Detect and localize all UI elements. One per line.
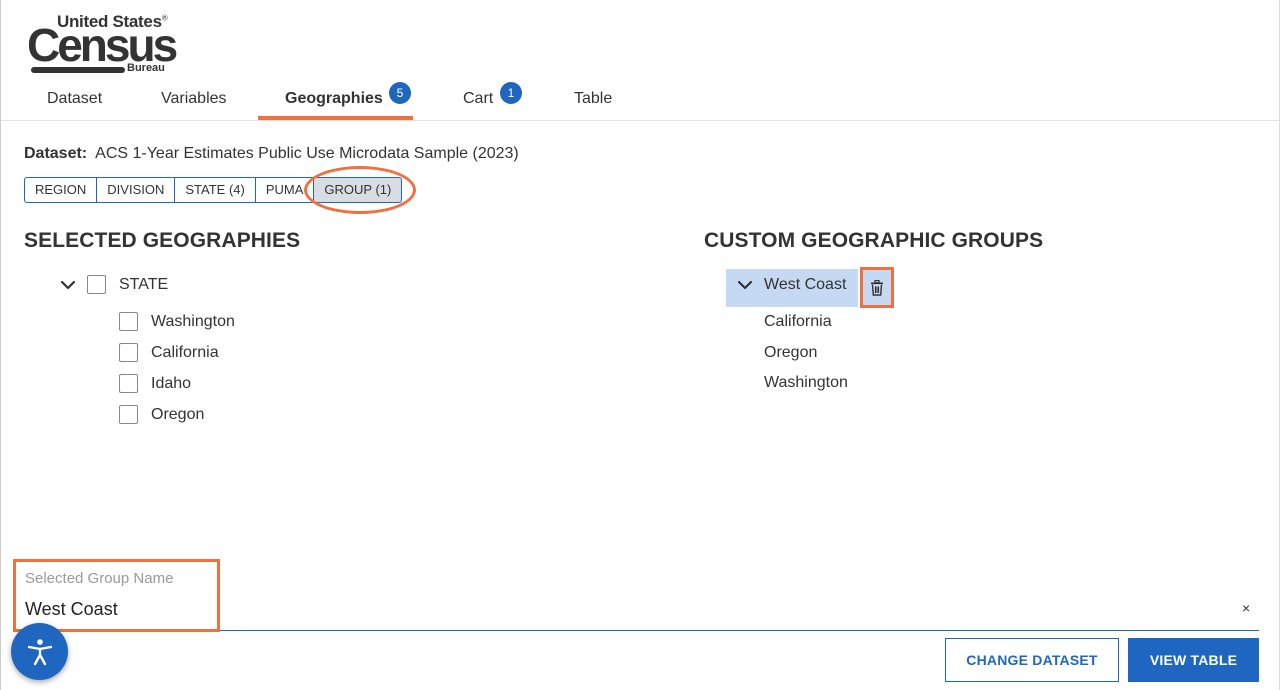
state-parent-label: STATE [119,276,169,293]
tab-table[interactable]: Table [574,90,612,108]
list-item: Idaho [151,375,192,392]
california-checkbox[interactable] [119,343,138,362]
change-dataset-button[interactable]: CHANGE DATASET [945,638,1119,682]
census-logo[interactable]: United States® Census Bureau [27,12,187,76]
dataset-value: ACS 1-Year Estimates Public Use Microdat… [95,145,519,162]
list-item: Oregon [151,406,205,423]
chip-state[interactable]: STATE (4) [175,177,256,203]
chip-region[interactable]: REGION [24,177,98,203]
chip-division[interactable]: DIVISION [97,177,176,203]
delete-group-button[interactable] [860,267,894,308]
state-checkbox[interactable] [87,275,106,294]
custom-groups-heading: CUSTOM GEOGRAPHIC GROUPS [704,229,1044,252]
active-tab-indicator [258,116,413,120]
trash-icon [871,279,883,296]
tab-cart[interactable]: Cart [463,90,493,108]
chevron-down-icon[interactable] [60,277,76,293]
tab-geographies[interactable]: Geographies [285,90,383,108]
logo-underline [31,67,125,73]
view-table-button[interactable]: VIEW TABLE [1128,638,1259,682]
group-name-field-label: Selected Group Name [25,570,174,587]
group-name-label: West Coast [764,276,847,293]
group-chip-highlight [304,166,416,214]
tab-variables[interactable]: Variables [161,90,227,108]
group-member: California [764,313,832,330]
chevron-down-icon[interactable] [737,277,753,293]
main-tabs: Dataset Variables Geographies 5 Cart 1 T… [1,80,1280,121]
accessibility-button[interactable] [11,623,68,680]
cart-count-badge: 1 [500,82,522,104]
tab-dataset[interactable]: Dataset [47,90,102,108]
geographies-count-badge: 5 [389,82,411,104]
selected-geographies-heading: SELECTED GEOGRAPHIES [24,229,301,252]
dataset-label: Dataset: [24,145,88,162]
app-frame: United States® Census Bureau Dataset Var… [0,0,1280,690]
group-name-field: Selected Group Name [13,559,1259,631]
washington-checkbox[interactable] [119,312,138,331]
oregon-checkbox[interactable] [119,405,138,424]
close-icon[interactable]: × [1242,600,1250,616]
group-member: Oregon [764,344,818,361]
idaho-checkbox[interactable] [119,374,138,393]
group-name-input[interactable] [25,597,1205,621]
accessibility-icon [27,638,52,665]
logo-bureau: Bureau [127,62,165,74]
dataset-info: Dataset: ACS 1-Year Estimates Public Use … [24,145,519,163]
list-item: Washington [151,313,235,330]
list-item: California [151,344,219,361]
group-member: Washington [764,374,848,391]
